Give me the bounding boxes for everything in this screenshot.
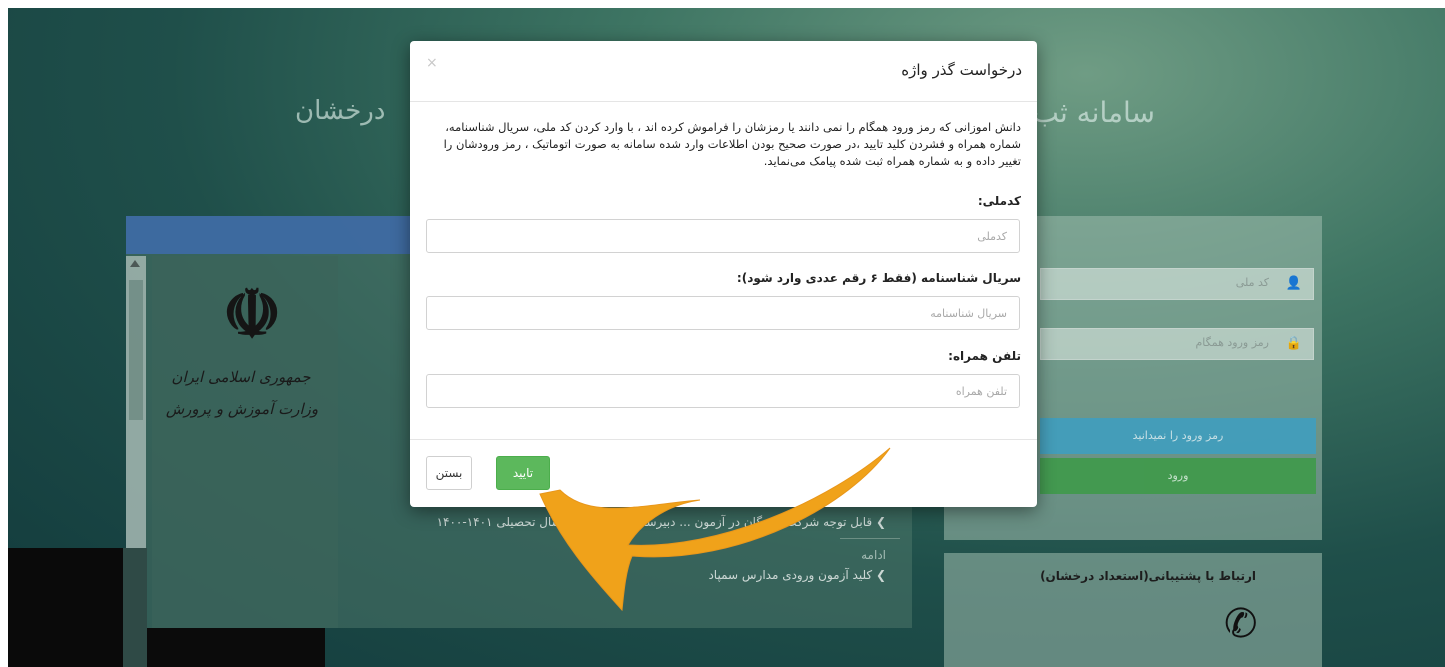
emblem-text-ministry: وزارت آموزش و پرورش bbox=[165, 400, 319, 418]
modal-footer: بستن تایید bbox=[410, 439, 1037, 508]
chevron-right-icon: ❯ bbox=[872, 515, 886, 529]
serial-label: سریال شناسنامه (فقط ۶ رقم عددی وارد شود)… bbox=[736, 271, 1021, 285]
phone-icon: ✆ bbox=[1224, 601, 1258, 647]
dark-strip bbox=[123, 548, 147, 667]
site-title-left: درخشان bbox=[295, 96, 386, 126]
close-button[interactable]: بستن bbox=[426, 456, 472, 490]
news-more-link[interactable]: ادامه bbox=[430, 545, 900, 565]
divider bbox=[840, 538, 900, 539]
dark-block bbox=[8, 548, 123, 667]
mobile-input[interactable] bbox=[426, 374, 1020, 408]
login-button[interactable]: ورود bbox=[1040, 458, 1316, 494]
national-code-field[interactable]: کد ملی 👤 bbox=[1040, 268, 1314, 300]
close-icon[interactable]: × bbox=[426, 55, 438, 71]
user-icon: 👤 bbox=[1285, 276, 1303, 291]
iran-emblem-icon: ☫ bbox=[222, 275, 282, 353]
serial-input[interactable] bbox=[426, 296, 1020, 330]
lock-icon: 🔒 bbox=[1285, 336, 1303, 351]
support-box: ارتباط با پشتیبانی(استعداد درخشان) ✆ bbox=[944, 553, 1322, 667]
dark-block bbox=[147, 628, 325, 667]
support-title: ارتباط با پشتیبانی(استعداد درخشان) bbox=[1040, 569, 1256, 583]
password-field[interactable]: رمز ورود همگام 🔒 bbox=[1040, 328, 1314, 360]
confirm-button[interactable]: تایید bbox=[496, 456, 550, 490]
mobile-label: تلفن همراه: bbox=[948, 349, 1021, 363]
password-request-modal: درخواست گذر واژه × دانش اموزانی که رمز و… bbox=[410, 41, 1037, 507]
national-code-input[interactable] bbox=[426, 219, 1020, 253]
national-code-label: کدملی: bbox=[977, 194, 1021, 208]
modal-title: درخواست گذر واژه bbox=[901, 61, 1022, 79]
scroll-up-icon[interactable] bbox=[130, 260, 140, 267]
scroll-thumb[interactable] bbox=[129, 280, 143, 420]
news-item[interactable]: ❯ کلید آزمون ورودی مدارس سمپاد bbox=[430, 565, 900, 585]
modal-description: دانش اموزانی که رمز ورود همگام را نمی دا… bbox=[443, 120, 1021, 168]
news-item[interactable]: ❯ قابل توجه شرکت کنندگان در آزمون ... دب… bbox=[430, 512, 900, 532]
news-list: ❯ قابل توجه شرکت کنندگان در آزمون ... دب… bbox=[430, 512, 900, 585]
emblem-text-country: جمهوری اسلامی ایران bbox=[171, 368, 311, 386]
site-title-right: سامانه ثب bbox=[1032, 96, 1155, 129]
forgot-password-button[interactable]: رمز ورود را نمیدانید bbox=[1040, 418, 1316, 454]
modal-header: درخواست گذر واژه × bbox=[410, 41, 1037, 102]
chevron-right-icon: ❯ bbox=[872, 568, 886, 582]
